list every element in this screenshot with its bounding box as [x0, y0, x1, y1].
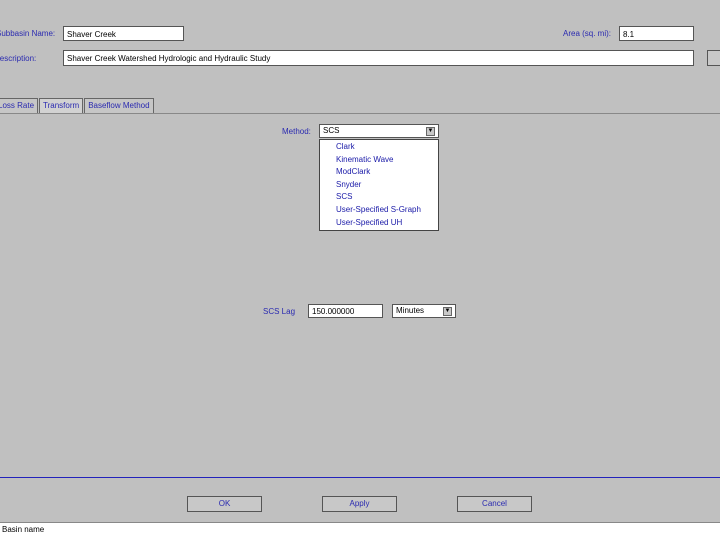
tab-panel-border — [0, 113, 720, 114]
method-dropdown-list: Clark Kinematic Wave ModClark Snyder SCS… — [319, 139, 439, 231]
subbasin-name-input[interactable]: Shaver Creek — [63, 26, 184, 41]
method-select[interactable]: SCS ▼ — [319, 124, 439, 138]
tab-bar: Loss Rate Transform Baseflow Method — [0, 98, 155, 113]
status-bar: Basin name — [0, 522, 720, 540]
cancel-button[interactable]: Cancel — [457, 496, 532, 512]
scs-lag-input[interactable]: 150.000000 — [308, 304, 383, 318]
method-option-user-uh[interactable]: User-Specified UH — [320, 217, 438, 230]
area-input[interactable]: 8.1 — [619, 26, 694, 41]
apply-button[interactable]: Apply — [322, 496, 397, 512]
method-option-modclark[interactable]: ModClark — [320, 166, 438, 179]
description-side-button[interactable] — [707, 50, 720, 66]
scs-lag-label: SCS Lag — [263, 307, 296, 316]
tab-transform[interactable]: Transform — [39, 98, 84, 113]
area-label: Area (sq. mi): — [563, 29, 612, 38]
ok-button[interactable]: OK — [187, 496, 262, 512]
method-label: Method: — [282, 127, 311, 136]
method-option-snyder[interactable]: Snyder — [320, 179, 438, 192]
method-selected-value: SCS — [323, 126, 340, 135]
description-label: Description: — [0, 54, 37, 63]
lag-unit-value: Minutes — [396, 306, 425, 315]
subbasin-name-label: Subbasin Name: — [0, 29, 56, 38]
status-text: Basin name — [2, 525, 45, 534]
method-option-kinematic-wave[interactable]: Kinematic Wave — [320, 154, 438, 167]
bottom-divider — [0, 477, 720, 478]
chevron-down-icon[interactable]: ▼ — [443, 306, 452, 316]
method-option-user-s-graph[interactable]: User-Specified S-Graph — [320, 204, 438, 217]
method-option-scs[interactable]: SCS — [320, 191, 438, 204]
lag-unit-select[interactable]: Minutes ▼ — [392, 304, 456, 318]
method-option-clark[interactable]: Clark — [320, 141, 438, 154]
description-input[interactable]: Shaver Creek Watershed Hydrologic and Hy… — [63, 50, 694, 66]
chevron-down-icon[interactable]: ▼ — [426, 126, 435, 136]
tab-loss-rate[interactable]: Loss Rate — [0, 98, 39, 113]
tab-baseflow-method[interactable]: Baseflow Method — [84, 98, 154, 113]
